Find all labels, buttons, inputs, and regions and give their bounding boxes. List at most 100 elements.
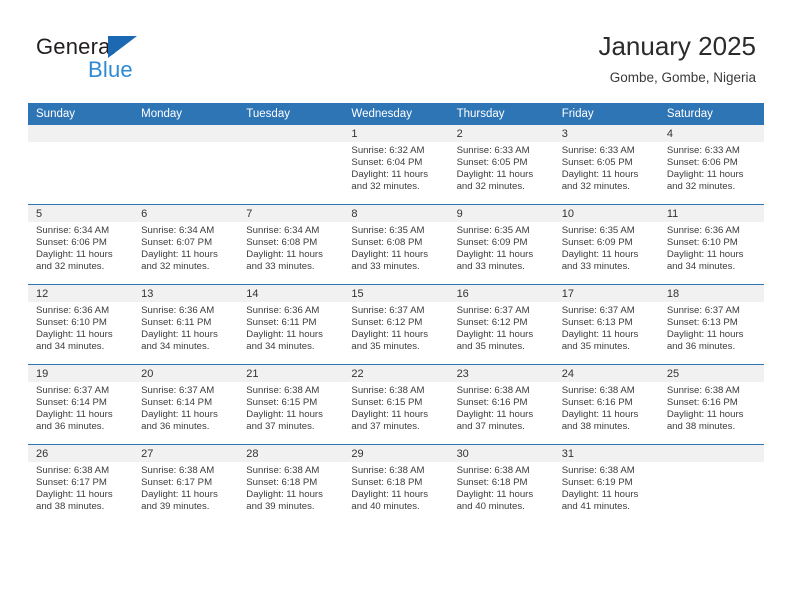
page-title: January 2025	[598, 31, 756, 61]
day-number: 25	[658, 365, 764, 382]
day-cell[interactable]: 13 Sunrise: 6:36 AM Sunset: 6:11 PM Dayligh…	[133, 284, 239, 365]
sunrise-text: Sunrise: 6:38 AM	[36, 465, 110, 476]
day-cell[interactable]: 7 Sunrise: 6:34 AM Sunset: 6:08 PM Daylight…	[238, 204, 344, 285]
calendar-grid: Sunday Monday Tuesday Wednesday Thursday…	[28, 103, 764, 524]
sunset-text: Sunset: 6:12 PM	[351, 317, 423, 329]
title-block: January 2025 Gombe, Gombe, Nigeria	[598, 30, 756, 88]
sunset-text: Sunset: 6:05 PM	[456, 157, 528, 169]
day-cell[interactable]	[28, 125, 134, 205]
sunrise-text: Sunrise: 6:36 AM	[666, 225, 740, 236]
daylight-text-line2: and 36 minutes.	[141, 421, 210, 433]
day-number: 12	[28, 285, 134, 302]
sunrise-text: Sunrise: 6:38 AM	[351, 385, 425, 396]
daylight-text-line2: and 33 minutes.	[246, 261, 315, 273]
day-cell[interactable]: 4 Sunrise: 6:33 AM Sunset: 6:06 PM Daylight…	[658, 125, 764, 205]
sunset-text: Sunset: 6:18 PM	[351, 477, 423, 489]
day-number: 4	[658, 125, 764, 142]
day-cell[interactable]: 24 Sunrise: 6:38 AM Sunset: 6:16 PM Dayligh…	[553, 364, 659, 445]
day-cell[interactable]: 1 Sunrise: 6:32 AM Sunset: 6:04 PM Daylight…	[343, 125, 449, 205]
sunrise-text: Sunrise: 6:34 AM	[36, 225, 110, 236]
day-cell[interactable]: 29 Sunrise: 6:38 AM Sunset: 6:18 PM Dayligh…	[343, 444, 449, 524]
day-cell[interactable]: 8 Sunrise: 6:35 AM Sunset: 6:08 PM Daylight…	[343, 204, 449, 285]
daylight-text-line1: Daylight: 11 hours	[666, 169, 744, 181]
sunrise-text: Sunrise: 6:35 AM	[351, 225, 425, 236]
day-cell[interactable]: 25 Sunrise: 6:38 AM Sunset: 6:16 PM Dayligh…	[658, 364, 764, 445]
day-number	[28, 125, 134, 142]
day-cell[interactable]: 16 Sunrise: 6:37 AM Sunset: 6:12 PM Dayligh…	[448, 284, 554, 365]
day-number: 22	[343, 365, 449, 382]
daylight-text-line1: Daylight: 11 hours	[141, 409, 218, 421]
day-cell[interactable]: 26 Sunrise: 6:38 AM Sunset: 6:17 PM Dayligh…	[28, 444, 134, 524]
daylight-text-line1: Daylight: 11 hours	[666, 329, 744, 341]
day-cell[interactable]: 3 Sunrise: 6:33 AM Sunset: 6:05 PM Daylight…	[553, 125, 659, 205]
sunrise-text: Sunrise: 6:38 AM	[246, 465, 320, 476]
day-cell[interactable]: 17 Sunrise: 6:37 AM Sunset: 6:13 PM Dayligh…	[553, 284, 659, 365]
day-cell[interactable]: 23 Sunrise: 6:38 AM Sunset: 6:16 PM Dayligh…	[448, 364, 554, 445]
day-cell[interactable]: 14 Sunrise: 6:36 AM Sunset: 6:11 PM Dayligh…	[238, 284, 344, 365]
sunrise-text: Sunrise: 6:32 AM	[351, 145, 425, 156]
day-number: 5	[28, 205, 134, 222]
day-cell[interactable]: 18 Sunrise: 6:37 AM Sunset: 6:13 PM Dayligh…	[658, 284, 764, 365]
day-number	[133, 125, 239, 142]
day-number: 19	[28, 365, 134, 382]
sunset-text: Sunset: 6:13 PM	[666, 317, 738, 329]
daylight-text-line2: and 35 minutes.	[351, 341, 420, 353]
sunrise-text: Sunrise: 6:38 AM	[141, 465, 215, 476]
daylight-text-line1: Daylight: 11 hours	[246, 489, 323, 501]
sunset-text: Sunset: 6:09 PM	[456, 237, 528, 249]
day-cell[interactable]: 30 Sunrise: 6:38 AM Sunset: 6:18 PM Dayligh…	[448, 444, 554, 524]
day-cell[interactable]: 12 Sunrise: 6:36 AM Sunset: 6:10 PM Dayligh…	[28, 284, 134, 365]
daylight-text-line1: Daylight: 11 hours	[456, 489, 534, 501]
sunset-text: Sunset: 6:16 PM	[561, 397, 633, 409]
daylight-text-line2: and 33 minutes.	[456, 261, 525, 273]
sunset-text: Sunset: 6:08 PM	[351, 237, 423, 249]
daylight-text-line2: and 34 minutes.	[141, 341, 210, 353]
day-number: 8	[343, 205, 449, 222]
logo-triangle-icon	[108, 36, 137, 58]
daylight-text-line2: and 39 minutes.	[141, 501, 210, 513]
day-number: 29	[343, 445, 449, 462]
day-cell[interactable]	[133, 125, 239, 205]
day-cell[interactable]	[658, 444, 764, 524]
daylight-text-line1: Daylight: 11 hours	[561, 409, 639, 421]
page-header: General Blue January 2025 Gombe, Gombe, …	[0, 0, 792, 100]
day-number: 21	[238, 365, 344, 382]
daylight-text-line1: Daylight: 11 hours	[351, 249, 429, 261]
day-cell[interactable]: 20 Sunrise: 6:37 AM Sunset: 6:14 PM Dayligh…	[133, 364, 239, 445]
sunrise-text: Sunrise: 6:37 AM	[36, 385, 110, 396]
day-number: 1	[343, 125, 449, 142]
weekday-header-tuesday: Tuesday	[238, 103, 344, 125]
week-row: 26 Sunrise: 6:38 AM Sunset: 6:17 PM Dayligh…	[28, 444, 764, 524]
day-cell[interactable]	[238, 125, 344, 205]
day-cell[interactable]: 28 Sunrise: 6:38 AM Sunset: 6:18 PM Dayligh…	[238, 444, 344, 524]
day-number: 9	[448, 205, 554, 222]
day-number: 24	[553, 365, 659, 382]
weekday-header-monday: Monday	[133, 103, 239, 125]
day-cell[interactable]: 21 Sunrise: 6:38 AM Sunset: 6:15 PM Dayligh…	[238, 364, 344, 445]
day-cell[interactable]: 2 Sunrise: 6:33 AM Sunset: 6:05 PM Daylight…	[448, 125, 554, 205]
daylight-text-line2: and 34 minutes.	[246, 341, 315, 353]
day-cell[interactable]: 10 Sunrise: 6:35 AM Sunset: 6:09 PM Dayligh…	[553, 204, 659, 285]
sunrise-text: Sunrise: 6:38 AM	[561, 465, 635, 476]
day-cell[interactable]: 31 Sunrise: 6:38 AM Sunset: 6:19 PM Dayligh…	[553, 444, 659, 524]
daylight-text-line1: Daylight: 11 hours	[561, 329, 639, 341]
day-cell[interactable]: 27 Sunrise: 6:38 AM Sunset: 6:17 PM Dayligh…	[133, 444, 239, 524]
day-cell[interactable]: 22 Sunrise: 6:38 AM Sunset: 6:15 PM Dayligh…	[343, 364, 449, 445]
daylight-text-line2: and 38 minutes.	[666, 421, 736, 433]
sunrise-text: Sunrise: 6:35 AM	[456, 225, 530, 236]
generalblue-logo[interactable]: General Blue	[36, 34, 266, 90]
sunrise-text: Sunrise: 6:38 AM	[456, 465, 530, 476]
day-cell[interactable]: 19 Sunrise: 6:37 AM Sunset: 6:14 PM Dayligh…	[28, 364, 134, 445]
day-cell[interactable]: 15 Sunrise: 6:37 AM Sunset: 6:12 PM Dayligh…	[343, 284, 449, 365]
day-cell[interactable]: 6 Sunrise: 6:34 AM Sunset: 6:07 PM Daylight…	[133, 204, 239, 285]
sunset-text: Sunset: 6:05 PM	[561, 157, 633, 169]
day-number: 3	[553, 125, 659, 142]
daylight-text-line1: Daylight: 11 hours	[246, 329, 323, 341]
sunrise-text: Sunrise: 6:35 AM	[561, 225, 635, 236]
calendar-body: 1 Sunrise: 6:32 AM Sunset: 6:04 PM Daylight…	[28, 125, 764, 524]
day-number: 17	[553, 285, 659, 302]
day-cell[interactable]: 9 Sunrise: 6:35 AM Sunset: 6:09 PM Daylight…	[448, 204, 554, 285]
day-cell[interactable]: 5 Sunrise: 6:34 AM Sunset: 6:06 PM Daylight…	[28, 204, 134, 285]
sunrise-text: Sunrise: 6:37 AM	[141, 385, 215, 396]
day-cell[interactable]: 11 Sunrise: 6:36 AM Sunset: 6:10 PM Dayligh…	[658, 204, 764, 285]
